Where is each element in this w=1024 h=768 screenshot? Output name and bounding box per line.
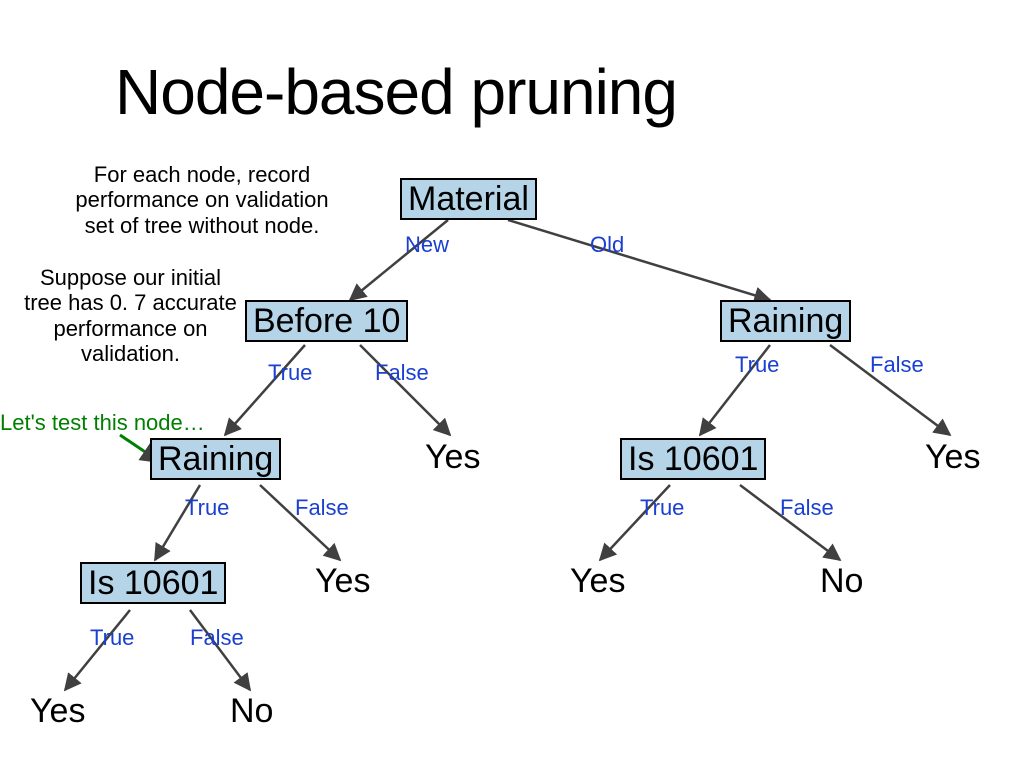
edge-label-false-1: False — [375, 360, 429, 386]
edge-label-true-3: True — [185, 495, 229, 521]
page-title: Node-based pruning — [115, 55, 677, 129]
leaf-no-2: No — [230, 692, 273, 731]
edge-label-false-3: False — [295, 495, 349, 521]
leaf-yes-5: Yes — [30, 692, 85, 731]
note-top-left: For each node, record performance on val… — [62, 162, 342, 238]
edge-label-new: New — [405, 232, 449, 258]
node-is10601-left: Is 10601 — [80, 562, 226, 604]
node-material: Material — [400, 178, 537, 220]
edge-label-true-1: True — [268, 360, 312, 386]
leaf-yes-2: Yes — [925, 438, 980, 477]
node-before10: Before 10 — [245, 300, 408, 342]
edge-label-true-2: True — [735, 352, 779, 378]
leaf-yes-1: Yes — [425, 438, 480, 477]
node-is10601-right: Is 10601 — [620, 438, 766, 480]
edge-label-old: Old — [590, 232, 624, 258]
leaf-no-1: No — [820, 562, 863, 601]
edge-label-false-4: False — [780, 495, 834, 521]
diagram-stage: Node-based pruning For each node, record… — [0, 0, 1024, 768]
edge-label-true-4: True — [640, 495, 684, 521]
callout-test-node: Let's test this node… — [0, 410, 205, 436]
edge-label-false-2: False — [870, 352, 924, 378]
note-mid-left: Suppose our initial tree has 0. 7 accura… — [18, 265, 243, 366]
leaf-yes-4: Yes — [570, 562, 625, 601]
edge-label-false-5: False — [190, 625, 244, 651]
node-raining-right: Raining — [720, 300, 851, 342]
edge-label-true-5: True — [90, 625, 134, 651]
leaf-yes-3: Yes — [315, 562, 370, 601]
node-raining-left: Raining — [150, 438, 281, 480]
